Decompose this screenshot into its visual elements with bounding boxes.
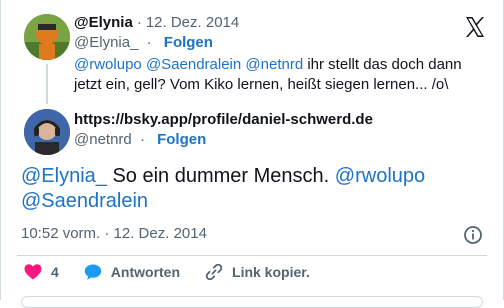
- mention-link[interactable]: @rwolupo: [74, 56, 142, 73]
- copy-link-button[interactable]: Link kopier.: [204, 262, 310, 282]
- x-logo-icon[interactable]: [463, 15, 487, 39]
- separator-dot: ·: [136, 14, 142, 31]
- separator-dot: ·: [139, 131, 145, 148]
- mention-link[interactable]: @Elynia_: [21, 165, 107, 187]
- reply-body-text: So ein dummer Mensch.: [112, 165, 330, 187]
- reply-tweet-text: @Elynia_ So ein dummer Mensch. @rwolupo …: [21, 164, 491, 214]
- reply-avatar[interactable]: [24, 109, 70, 155]
- parent-date[interactable]: 12. Dez. 2014: [146, 14, 239, 31]
- reply-header: https://bsky.app/profile/daniel-schwerd.…: [74, 111, 494, 148]
- reply-label: Antworten: [110, 264, 181, 280]
- mention-link[interactable]: @Saendralein: [21, 190, 148, 212]
- heart-icon: [23, 262, 43, 282]
- parent-tweet-text: @rwolupo @Saendralein @netnrd ihr stellt…: [74, 55, 479, 95]
- info-icon[interactable]: [463, 225, 483, 245]
- parent-avatar[interactable]: [24, 14, 70, 60]
- link-icon: [204, 262, 224, 282]
- mention-link[interactable]: @rwolupo: [335, 165, 425, 187]
- mention-link[interactable]: @netnrd: [245, 56, 303, 73]
- divider: [17, 255, 487, 256]
- parent-header: @Elynia · 12. Dez. 2014 @Elynia_ · Folge…: [74, 14, 474, 51]
- parent-display-name[interactable]: @Elynia: [74, 14, 133, 31]
- copy-link-label: Link kopier.: [232, 264, 310, 280]
- like-button[interactable]: 4: [23, 262, 59, 282]
- read-replies-button[interactable]: [21, 296, 483, 308]
- reply-handle[interactable]: @netnrd: [74, 131, 132, 148]
- reply-timestamp[interactable]: 10:52 vorm. · 12. Dez. 2014: [21, 225, 207, 242]
- reply-button[interactable]: Antworten: [83, 262, 180, 282]
- embedded-tweet-card: @Elynia · 12. Dez. 2014 @Elynia_ · Folge…: [0, 0, 504, 308]
- like-count: 4: [51, 264, 59, 280]
- separator-dot: ·: [146, 34, 152, 51]
- speech-bubble-icon: [83, 262, 103, 282]
- parent-follow-button[interactable]: Folgen: [164, 34, 213, 51]
- parent-handle[interactable]: @Elynia_: [74, 34, 138, 51]
- reply-follow-button[interactable]: Folgen: [157, 131, 206, 148]
- reply-display-name[interactable]: https://bsky.app/profile/daniel-schwerd.…: [74, 111, 373, 128]
- action-bar: 4 Antworten Link kopier.: [23, 262, 334, 282]
- thread-line: [46, 64, 48, 104]
- mention-link[interactable]: @Saendralein: [146, 56, 241, 73]
